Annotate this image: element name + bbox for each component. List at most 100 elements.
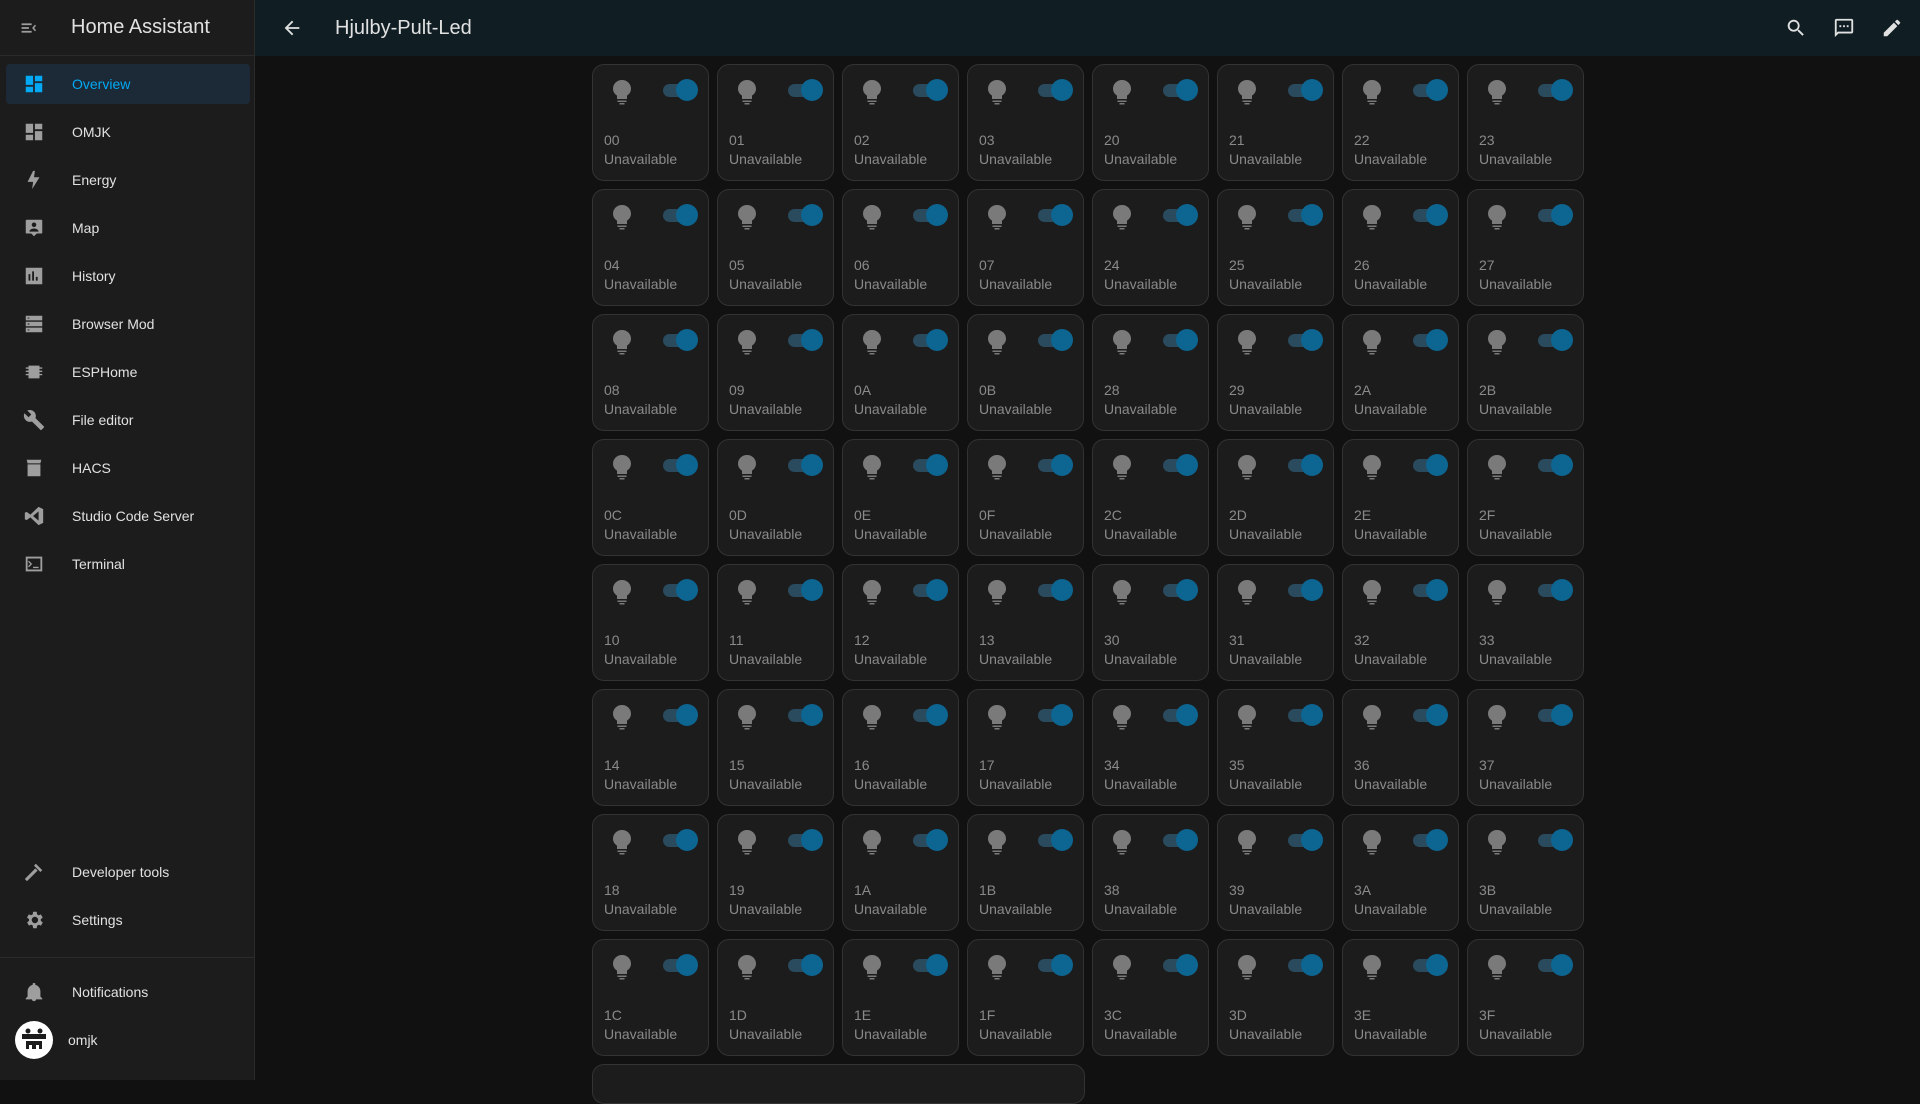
lightbulb-icon[interactable]	[1361, 579, 1383, 610]
light-tile[interactable]: 07 Unavailable	[967, 189, 1084, 306]
lightbulb-icon[interactable]	[1236, 954, 1258, 985]
toggle-switch[interactable]	[1160, 454, 1198, 476]
toggle-switch[interactable]	[785, 204, 823, 226]
toggle-switch[interactable]	[1410, 204, 1448, 226]
light-tile[interactable]: 3A Unavailable	[1342, 814, 1459, 931]
toggle-switch[interactable]	[660, 454, 698, 476]
lightbulb-icon[interactable]	[1361, 79, 1383, 110]
lightbulb-icon[interactable]	[986, 954, 1008, 985]
lightbulb-icon[interactable]	[986, 704, 1008, 735]
lightbulb-icon[interactable]	[1236, 579, 1258, 610]
toggle-switch[interactable]	[785, 79, 823, 101]
toggle-switch[interactable]	[1285, 204, 1323, 226]
toggle-switch[interactable]	[910, 704, 948, 726]
light-tile[interactable]: 34 Unavailable	[1092, 689, 1209, 806]
assist-icon[interactable]	[1820, 4, 1868, 52]
toggle-switch[interactable]	[1410, 79, 1448, 101]
toggle-switch[interactable]	[660, 704, 698, 726]
light-tile[interactable]: 36 Unavailable	[1342, 689, 1459, 806]
light-tile[interactable]: 08 Unavailable	[592, 314, 709, 431]
light-tile[interactable]: 05 Unavailable	[717, 189, 834, 306]
light-tile[interactable]: 11 Unavailable	[717, 564, 834, 681]
lightbulb-icon[interactable]	[611, 204, 633, 235]
lightbulb-icon[interactable]	[1486, 829, 1508, 860]
toggle-switch[interactable]	[1535, 329, 1573, 351]
sidebar-item-notifications[interactable]: Notifications	[6, 972, 250, 1012]
toggle-switch[interactable]	[1410, 954, 1448, 976]
light-tile[interactable]: 25 Unavailable	[1217, 189, 1334, 306]
toggle-switch[interactable]	[1285, 704, 1323, 726]
lightbulb-icon[interactable]	[1236, 204, 1258, 235]
lightbulb-icon[interactable]	[1361, 829, 1383, 860]
toggle-switch[interactable]	[1535, 454, 1573, 476]
light-tile[interactable]: 18 Unavailable	[592, 814, 709, 931]
toggle-switch[interactable]	[660, 79, 698, 101]
toggle-switch[interactable]	[1285, 329, 1323, 351]
toggle-switch[interactable]	[1035, 329, 1073, 351]
light-tile[interactable]: 2F Unavailable	[1467, 439, 1584, 556]
lightbulb-icon[interactable]	[611, 954, 633, 985]
light-tile[interactable]: 38 Unavailable	[1092, 814, 1209, 931]
sidebar-item-browser-mod[interactable]: Browser Mod	[6, 304, 250, 344]
lightbulb-icon[interactable]	[736, 454, 758, 485]
toggle-switch[interactable]	[785, 829, 823, 851]
lightbulb-icon[interactable]	[736, 954, 758, 985]
lightbulb-icon[interactable]	[986, 79, 1008, 110]
toggle-switch[interactable]	[660, 954, 698, 976]
light-tile[interactable]: 39 Unavailable	[1217, 814, 1334, 931]
lightbulb-icon[interactable]	[736, 829, 758, 860]
toggle-switch[interactable]	[1285, 579, 1323, 601]
sidebar-item-overview[interactable]: Overview	[6, 64, 250, 104]
light-tile[interactable]: 13 Unavailable	[967, 564, 1084, 681]
light-tile[interactable]: 2B Unavailable	[1467, 314, 1584, 431]
toggle-switch[interactable]	[1410, 329, 1448, 351]
lightbulb-icon[interactable]	[736, 704, 758, 735]
lightbulb-icon[interactable]	[1111, 329, 1133, 360]
toggle-switch[interactable]	[1160, 829, 1198, 851]
light-tile[interactable]: 00 Unavailable	[592, 64, 709, 181]
lightbulb-icon[interactable]	[1111, 204, 1133, 235]
light-tile[interactable]: 19 Unavailable	[717, 814, 834, 931]
toggle-switch[interactable]	[1035, 579, 1073, 601]
light-tile[interactable]: 1C Unavailable	[592, 939, 709, 1056]
toggle-switch[interactable]	[1535, 829, 1573, 851]
light-tile[interactable]: 17 Unavailable	[967, 689, 1084, 806]
lightbulb-icon[interactable]	[986, 204, 1008, 235]
lightbulb-icon[interactable]	[611, 454, 633, 485]
light-tile[interactable]: 31 Unavailable	[1217, 564, 1334, 681]
toggle-switch[interactable]	[1160, 79, 1198, 101]
toggle-switch[interactable]	[1035, 829, 1073, 851]
light-tile[interactable]: 0A Unavailable	[842, 314, 959, 431]
light-tile[interactable]: 0F Unavailable	[967, 439, 1084, 556]
light-tile[interactable]: 14 Unavailable	[592, 689, 709, 806]
toggle-switch[interactable]	[1535, 79, 1573, 101]
toggle-switch[interactable]	[910, 79, 948, 101]
lightbulb-icon[interactable]	[861, 704, 883, 735]
light-tile[interactable]: 20 Unavailable	[1092, 64, 1209, 181]
lightbulb-icon[interactable]	[736, 204, 758, 235]
light-tile[interactable]: 2E Unavailable	[1342, 439, 1459, 556]
lightbulb-icon[interactable]	[1111, 454, 1133, 485]
toggle-switch[interactable]	[660, 329, 698, 351]
toggle-switch[interactable]	[1535, 204, 1573, 226]
light-tile[interactable]: 0D Unavailable	[717, 439, 834, 556]
lightbulb-icon[interactable]	[1236, 704, 1258, 735]
lightbulb-icon[interactable]	[986, 329, 1008, 360]
toggle-switch[interactable]	[1285, 829, 1323, 851]
light-tile[interactable]: 1B Unavailable	[967, 814, 1084, 931]
light-tile[interactable]: 15 Unavailable	[717, 689, 834, 806]
light-tile[interactable]: 29 Unavailable	[1217, 314, 1334, 431]
lightbulb-icon[interactable]	[611, 829, 633, 860]
toggle-switch[interactable]	[1160, 704, 1198, 726]
toggle-switch[interactable]	[1160, 579, 1198, 601]
lightbulb-icon[interactable]	[1361, 704, 1383, 735]
light-tile[interactable]: 27 Unavailable	[1467, 189, 1584, 306]
light-tile[interactable]: 30 Unavailable	[1092, 564, 1209, 681]
lightbulb-icon[interactable]	[1236, 79, 1258, 110]
light-tile[interactable]: 01 Unavailable	[717, 64, 834, 181]
toggle-switch[interactable]	[785, 954, 823, 976]
light-tile[interactable]: 1D Unavailable	[717, 939, 834, 1056]
lightbulb-icon[interactable]	[861, 329, 883, 360]
sidebar-item-developer-tools[interactable]: Developer tools	[6, 852, 250, 892]
lightbulb-icon[interactable]	[1111, 829, 1133, 860]
